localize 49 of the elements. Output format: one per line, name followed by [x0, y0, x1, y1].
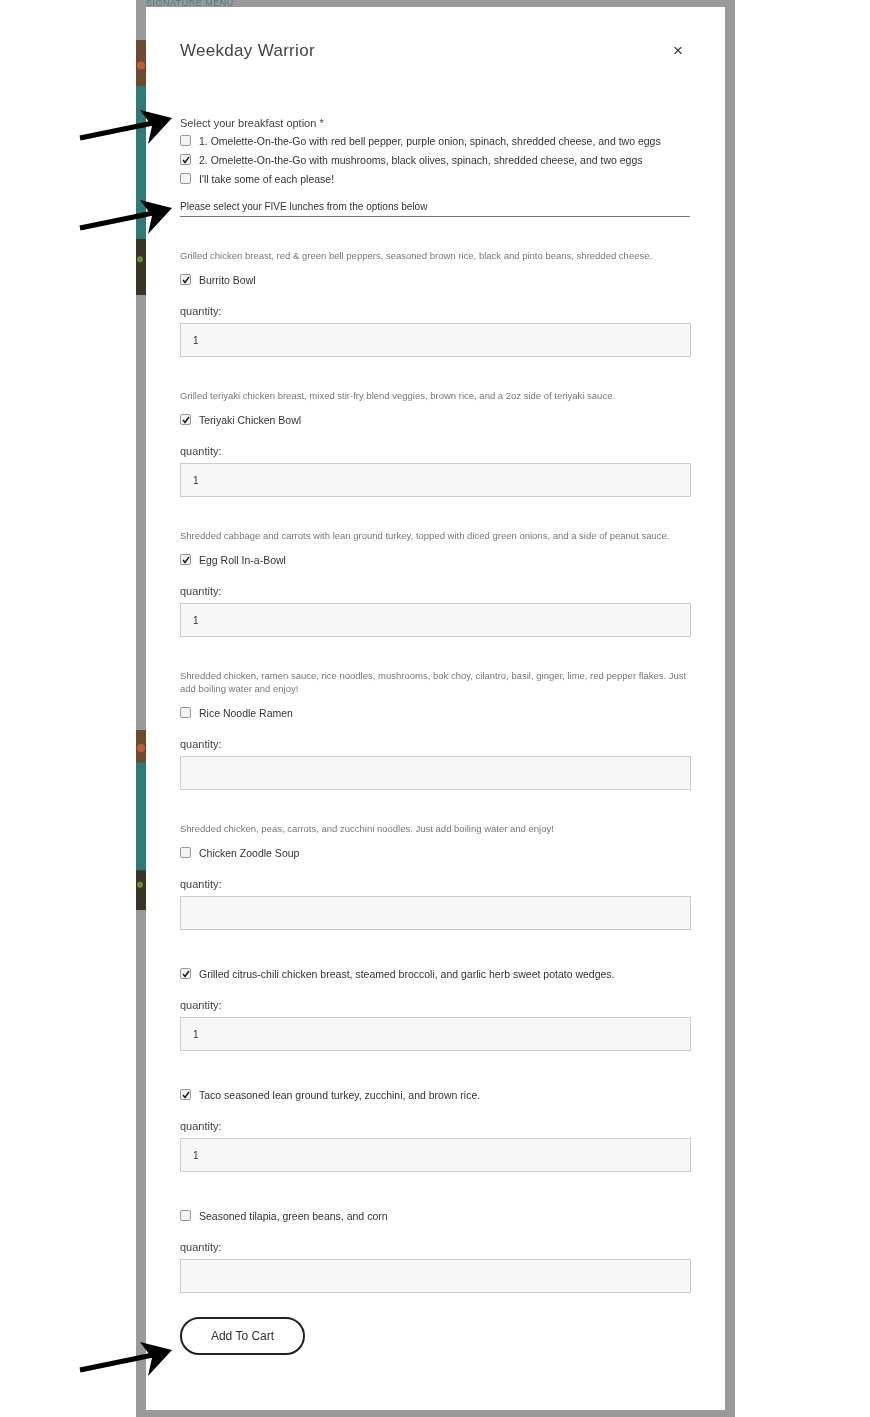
- checkbox[interactable]: [180, 414, 191, 425]
- field-label: Select your breakfast option *: [180, 117, 325, 129]
- checkbox[interactable]: [180, 1089, 191, 1100]
- option-label: Rice Noodle Ramen: [199, 706, 293, 719]
- close-button[interactable]: ×: [665, 41, 691, 61]
- quantity-label: quantity:: [180, 738, 223, 750]
- option-label: Burrito Bowl: [199, 273, 256, 286]
- option-label: Seasoned tilapia, green beans, and corn: [199, 1209, 388, 1222]
- option-label: 1. Omelette-On-the-Go with red bell pepper, purple onion, spinach, shredded cheese, and two eggs: [199, 134, 661, 147]
- checkbox[interactable]: [180, 173, 191, 184]
- quantity-field[interactable]: 1: [180, 603, 691, 637]
- option-label: Egg Roll In-a-Bowl: [199, 553, 286, 566]
- menu-heading: SIGNATURE MENU: [146, 0, 234, 7]
- section-heading: Please select your FIVE lunches from the options below: [180, 201, 690, 217]
- modal-title: Weekday Warrior: [180, 41, 315, 61]
- quantity-field[interactable]: [180, 756, 691, 790]
- item-description: Grilled teriyaki chicken breast, mixed stir-fry blend veggies, brown rice, and a 2oz side of teriyaki sauce.: [180, 389, 617, 402]
- quantity-label: quantity:: [180, 305, 223, 317]
- item-description: Shredded chicken, ramen sauce, rice noodles, mushrooms, bok choy, cilantro, basil, ginger, lime, red pepper flakes. Just add boiling water and enjoy!: [180, 669, 688, 695]
- quantity-label: quantity:: [180, 1120, 223, 1132]
- checkbox[interactable]: [180, 274, 191, 285]
- option-label: Grilled citrus-chili chicken breast, steamed broccoli, and garlic herb sweet potato wedges.: [199, 967, 615, 980]
- checkbox[interactable]: [180, 154, 191, 165]
- checkbox[interactable]: [180, 968, 191, 979]
- item-description: Grilled chicken breast, red & green bell peppers, seasoned brown rice, black and pinto beans, shredded cheese.: [180, 249, 654, 262]
- checkbox[interactable]: [180, 847, 191, 858]
- quantity-label: quantity:: [180, 1241, 223, 1253]
- quantity-field[interactable]: 1: [180, 1017, 691, 1051]
- item-description: Shredded cabbage and carrots with lean ground turkey, topped with diced green onions, and a side of peanut sauce.: [180, 529, 671, 542]
- add-to-cart-button[interactable]: Add To Cart: [180, 1317, 305, 1355]
- quantity-field[interactable]: [180, 896, 691, 930]
- checkbox[interactable]: [180, 135, 191, 146]
- checkbox[interactable]: [180, 1210, 191, 1221]
- checkbox[interactable]: [180, 707, 191, 718]
- checkbox[interactable]: [180, 554, 191, 565]
- quantity-field[interactable]: 1: [180, 323, 691, 357]
- quantity-label: quantity:: [180, 585, 223, 597]
- quantity-field[interactable]: 1: [180, 1138, 691, 1172]
- option-label: Taco seasoned lean ground turkey, zucchini, and brown rice.: [199, 1088, 481, 1101]
- quantity-field[interactable]: [180, 1259, 691, 1293]
- option-label: Chicken Zoodle Soup: [199, 846, 300, 859]
- quantity-field[interactable]: 1: [180, 463, 691, 497]
- item-description: Shredded chicken, peas, carrots, and zucchini noodles. Just add boiling water and enjoy!: [180, 822, 555, 835]
- option-label: I'll take some of each please!: [199, 172, 335, 185]
- option-label: 2. Omelette-On-the-Go with mushrooms, black olives, spinach, shredded cheese, and two eggs: [199, 153, 643, 166]
- quantity-label: quantity:: [180, 999, 223, 1011]
- option-label: Teriyaki Chicken Bowl: [199, 413, 302, 426]
- quantity-label: quantity:: [180, 445, 223, 457]
- quantity-label: quantity:: [180, 878, 223, 890]
